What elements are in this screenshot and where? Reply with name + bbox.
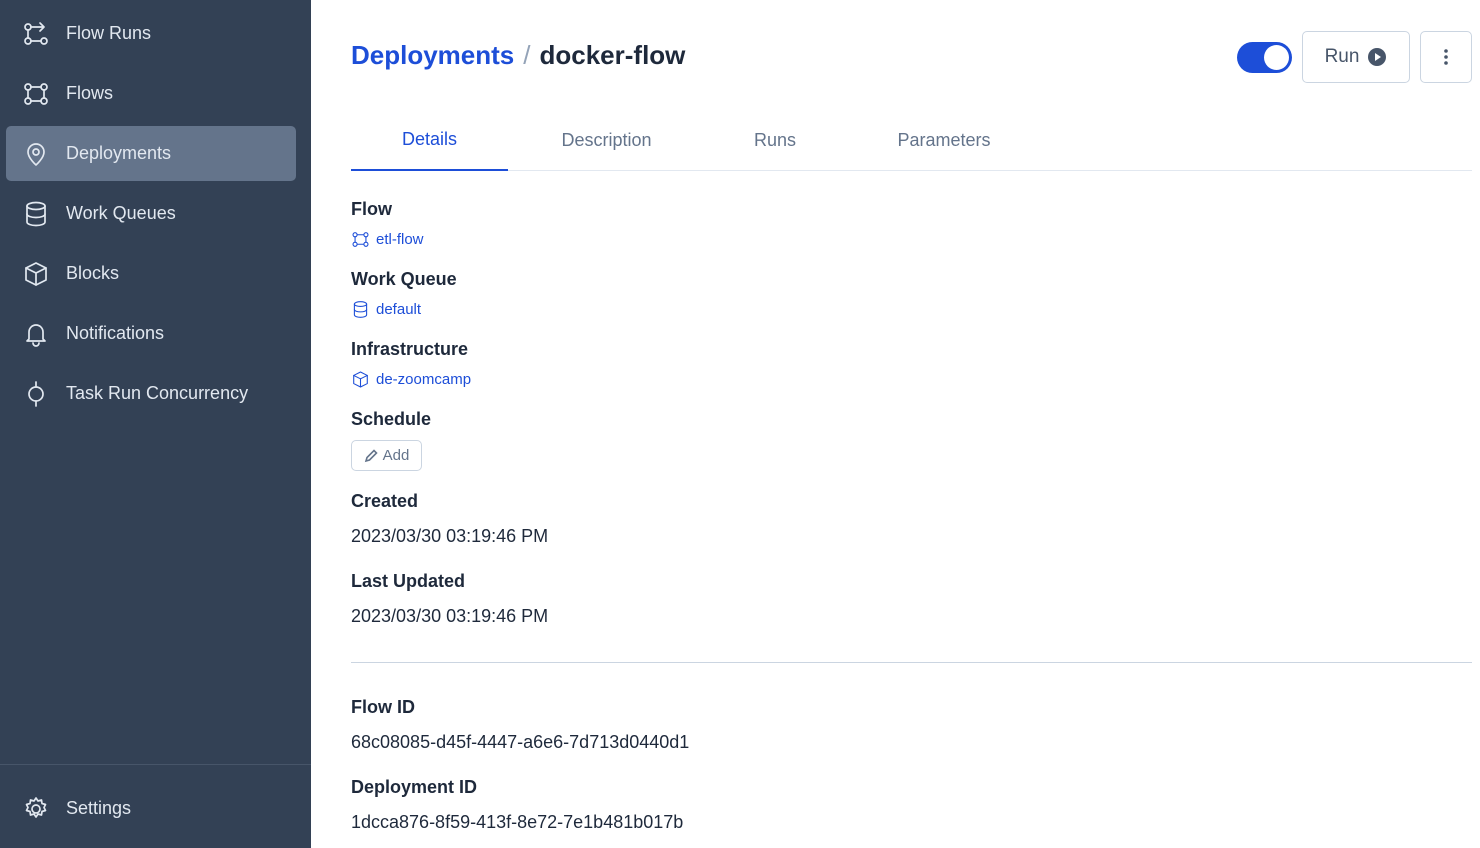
app-root: Flow Runs Flows Deployments Work Queues …	[0, 0, 1480, 848]
sidebar-item-flows[interactable]: Flows	[6, 66, 296, 121]
pencil-icon	[364, 448, 378, 462]
schedule-label: Schedule	[351, 409, 432, 429]
sidebar-item-label: Task Run Concurrency	[66, 383, 249, 403]
infrastructure-link[interactable]: de-zoomcamp	[351, 370, 471, 389]
page-title: docker-flow	[539, 40, 686, 70]
tab-details[interactable]: Details	[351, 110, 508, 171]
breadcrumb: Deployments / docker-flow	[351, 40, 685, 71]
cube-icon	[353, 371, 368, 388]
flow-link[interactable]: etl-flow	[351, 230, 424, 249]
tab-parameters[interactable]: Parameters	[871, 110, 1017, 170]
schedule-toggle[interactable]	[1237, 42, 1292, 73]
gear-icon	[22, 795, 50, 823]
sidebar-divider	[0, 764, 311, 765]
toggle-knob	[1264, 45, 1289, 70]
created-label: Created	[351, 491, 419, 511]
flows-icon	[22, 80, 50, 108]
work-queue-link[interactable]: default	[351, 300, 421, 319]
sidebar-item-label: Blocks	[66, 263, 120, 283]
tab-description[interactable]: Description	[531, 110, 682, 170]
tab-runs[interactable]: Runs	[731, 110, 819, 170]
tab-bar: Details Description Runs Parameters	[351, 110, 1472, 171]
kebab-menu-icon	[1444, 49, 1448, 65]
deployments-icon	[22, 140, 50, 168]
details-divider	[351, 662, 1472, 663]
infrastructure-link-text: de-zoomcamp	[376, 371, 472, 388]
cube-icon	[22, 260, 50, 288]
add-schedule-label: Add	[382, 447, 410, 464]
sidebar: Flow Runs Flows Deployments Work Queues …	[0, 0, 311, 848]
breadcrumb-separator: /	[523, 40, 531, 70]
breadcrumb-deployments-link[interactable]: Deployments	[351, 40, 514, 71]
last-updated-value: 2023/03/30 03:19:46 PM	[351, 606, 549, 626]
play-icon	[1368, 48, 1387, 66]
flow-id-label: Flow ID	[351, 697, 415, 717]
flows-icon	[352, 232, 369, 247]
sidebar-item-label: Settings	[66, 798, 132, 818]
last-updated-label: Last Updated	[351, 571, 466, 591]
bell-icon	[22, 320, 50, 348]
run-button[interactable]: Run	[1302, 31, 1410, 83]
infrastructure-label: Infrastructure	[351, 339, 469, 359]
created-value: 2023/03/30 03:19:46 PM	[351, 526, 549, 546]
more-menu-button[interactable]	[1420, 31, 1472, 83]
deployment-id-value: 1dcca876-8f59-413f-8e72-7e1b481b017b	[351, 812, 684, 832]
concurrency-icon	[22, 380, 50, 408]
sidebar-item-label: Flows	[66, 83, 114, 103]
sidebar-item-blocks[interactable]: Blocks	[6, 246, 296, 301]
sidebar-item-settings[interactable]: Settings	[6, 781, 296, 836]
sidebar-item-task-run-concurrency[interactable]: Task Run Concurrency	[6, 366, 296, 421]
sidebar-item-label: Work Queues	[66, 203, 176, 223]
flow-link-text: etl-flow	[376, 231, 424, 248]
deployment-id-label: Deployment ID	[351, 777, 478, 797]
sidebar-item-label: Flow Runs	[66, 23, 152, 43]
sidebar-item-work-queues[interactable]: Work Queues	[6, 186, 296, 241]
flow-label: Flow	[351, 199, 392, 219]
database-icon	[353, 301, 368, 318]
work-queue-link-text: default	[376, 301, 422, 318]
flow-runs-icon	[22, 20, 50, 48]
sidebar-item-notifications[interactable]: Notifications	[6, 306, 296, 361]
sidebar-item-flow-runs[interactable]: Flow Runs	[6, 6, 296, 61]
flow-id-value: 68c08085-d45f-4447-a6e6-7d713d0440d1	[351, 732, 690, 752]
run-button-label: Run	[1324, 46, 1360, 67]
sidebar-item-label: Notifications	[66, 323, 165, 343]
add-schedule-button[interactable]: Add	[351, 440, 422, 471]
database-icon	[22, 200, 50, 228]
work-queue-label: Work Queue	[351, 269, 457, 289]
sidebar-item-label: Deployments	[66, 143, 172, 163]
sidebar-item-deployments[interactable]: Deployments	[6, 126, 296, 181]
